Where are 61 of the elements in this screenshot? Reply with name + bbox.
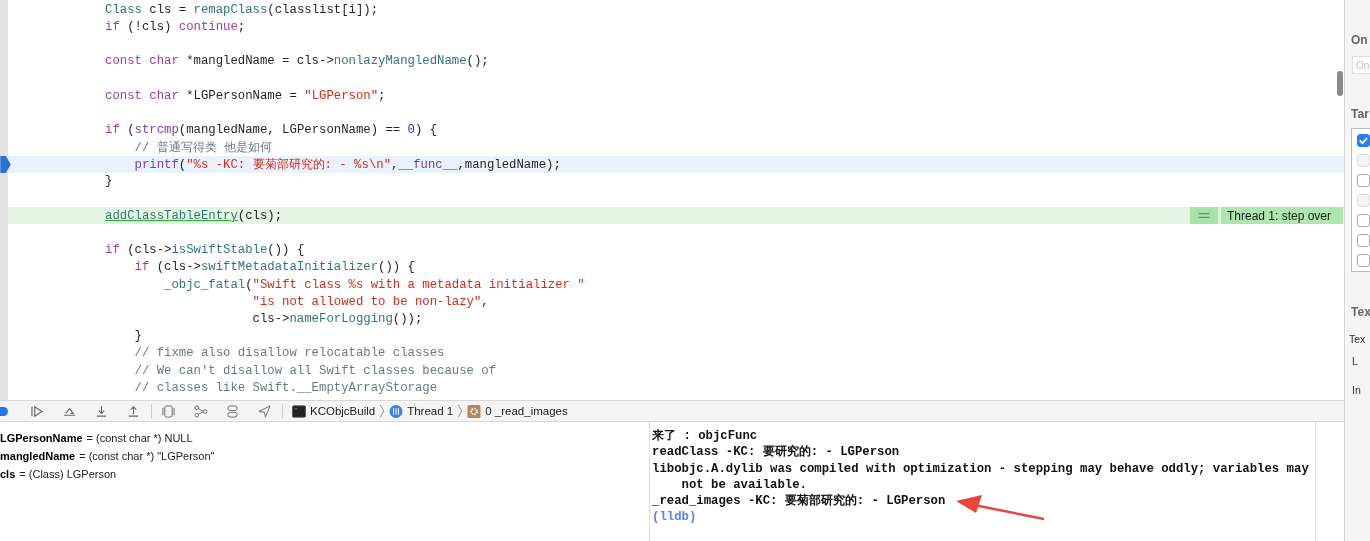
code-text: // We can't disallow all Swift classes because of [133, 363, 497, 378]
code-text: printf("%s -KC: 要菊部研究的: - %s\n",__func__,mangledName); [133, 156, 561, 173]
variable-name[interactable]: cls [0, 468, 16, 480]
code-text: _objc_fatal("Swift class %s with a metadata initializer " [163, 277, 585, 292]
breadcrumb-item[interactable]: Thread 1 [407, 405, 454, 417]
console-line: _read_images -KC: 要菊部研究的: - LGPerson [652, 493, 946, 510]
code-text: // classes like Swift.__EmptyArrayStorage [133, 380, 438, 395]
scrollbar-thumb[interactable] [1337, 71, 1343, 96]
thread-icon [389, 404, 404, 418]
step-into-icon[interactable] [94, 404, 109, 418]
code-text: if (cls->isSwiftStable()) { [105, 243, 305, 258]
field-label: Tex [1349, 333, 1367, 345]
field-label: L [1352, 355, 1359, 367]
code-text: if (strcmp(mangledName, LGPersonName) == 0) { [105, 122, 438, 137]
console-line: libobjc.A.dylib was compiled with optimization - stepping may behave oddly; variables may not be available. [652, 460, 1310, 493]
location-icon[interactable] [257, 404, 272, 418]
terminal-icon [292, 404, 306, 418]
chevron-icon [457, 404, 464, 418]
view-hierarchy-icon[interactable] [161, 404, 176, 418]
code-text: cls->nameForLogging()); [251, 311, 423, 326]
code-text: // fixme also disallow relocatable classes [133, 346, 445, 361]
toggles-icon[interactable] [225, 404, 240, 418]
code-text: Class cls = remapClass(classlist[i]); [105, 2, 379, 17]
variable-name[interactable]: LGPersonName [0, 432, 83, 444]
code-text: "is not allowed to be non-lazy", [251, 294, 489, 309]
field-label: In [1352, 384, 1362, 396]
code-text: if (!cls) continue; [105, 19, 246, 34]
section-heading: Tar [1350, 107, 1370, 121]
input-field[interactable]: On [1352, 56, 1370, 74]
lines-icon [1188, 207, 1219, 225]
code-text: } [105, 174, 113, 189]
checkbox[interactable] [1357, 214, 1370, 227]
console-line: (lldb) [652, 509, 697, 526]
pc-arrow-icon [0, 155, 11, 173]
variable-value: = (const char *) "LGPerson" [79, 450, 215, 462]
console-line: 来了 : objcFunc [652, 428, 758, 445]
code-text: const char *mangledName = cls->nonlazyMangledName(); [105, 54, 489, 69]
code-text: } [133, 329, 142, 344]
checkbox[interactable] [1357, 234, 1370, 247]
breadcrumb-item[interactable]: KCObjcBuild [310, 405, 376, 417]
checkbox[interactable] [1357, 174, 1370, 187]
code-text: if (cls->swiftMetadataInitializer()) { [133, 260, 415, 275]
chevron-icon [379, 404, 386, 418]
gear-icon [467, 404, 482, 418]
section-heading: On [1350, 33, 1369, 47]
step-out-icon[interactable] [126, 404, 141, 418]
memory-graph-icon[interactable] [193, 404, 208, 418]
code-text: // 普通写得类 他是如何 [133, 139, 273, 156]
checkbox[interactable] [1357, 254, 1370, 267]
console-line: readClass -KC: 要研究的: - LGPerson [652, 444, 900, 461]
section-heading: Tex [1350, 305, 1370, 319]
code-text: addClassTableEntry(cls); [105, 208, 283, 223]
variable-name[interactable]: mangledName [0, 450, 76, 462]
variable-value: = (Class) LGPerson [19, 468, 117, 480]
code-text: const char *LGPersonName = "LGPerson"; [105, 88, 386, 103]
variable-value: = (const char *) NULL [86, 432, 193, 444]
breadcrumb-item[interactable]: 0 _read_images [485, 405, 568, 417]
checkbox[interactable] [1357, 134, 1370, 147]
thread-status-label: Thread 1: step over [1220, 207, 1343, 225]
breakpoints-toggle[interactable] [0, 406, 8, 416]
continue-icon[interactable] [30, 404, 45, 418]
